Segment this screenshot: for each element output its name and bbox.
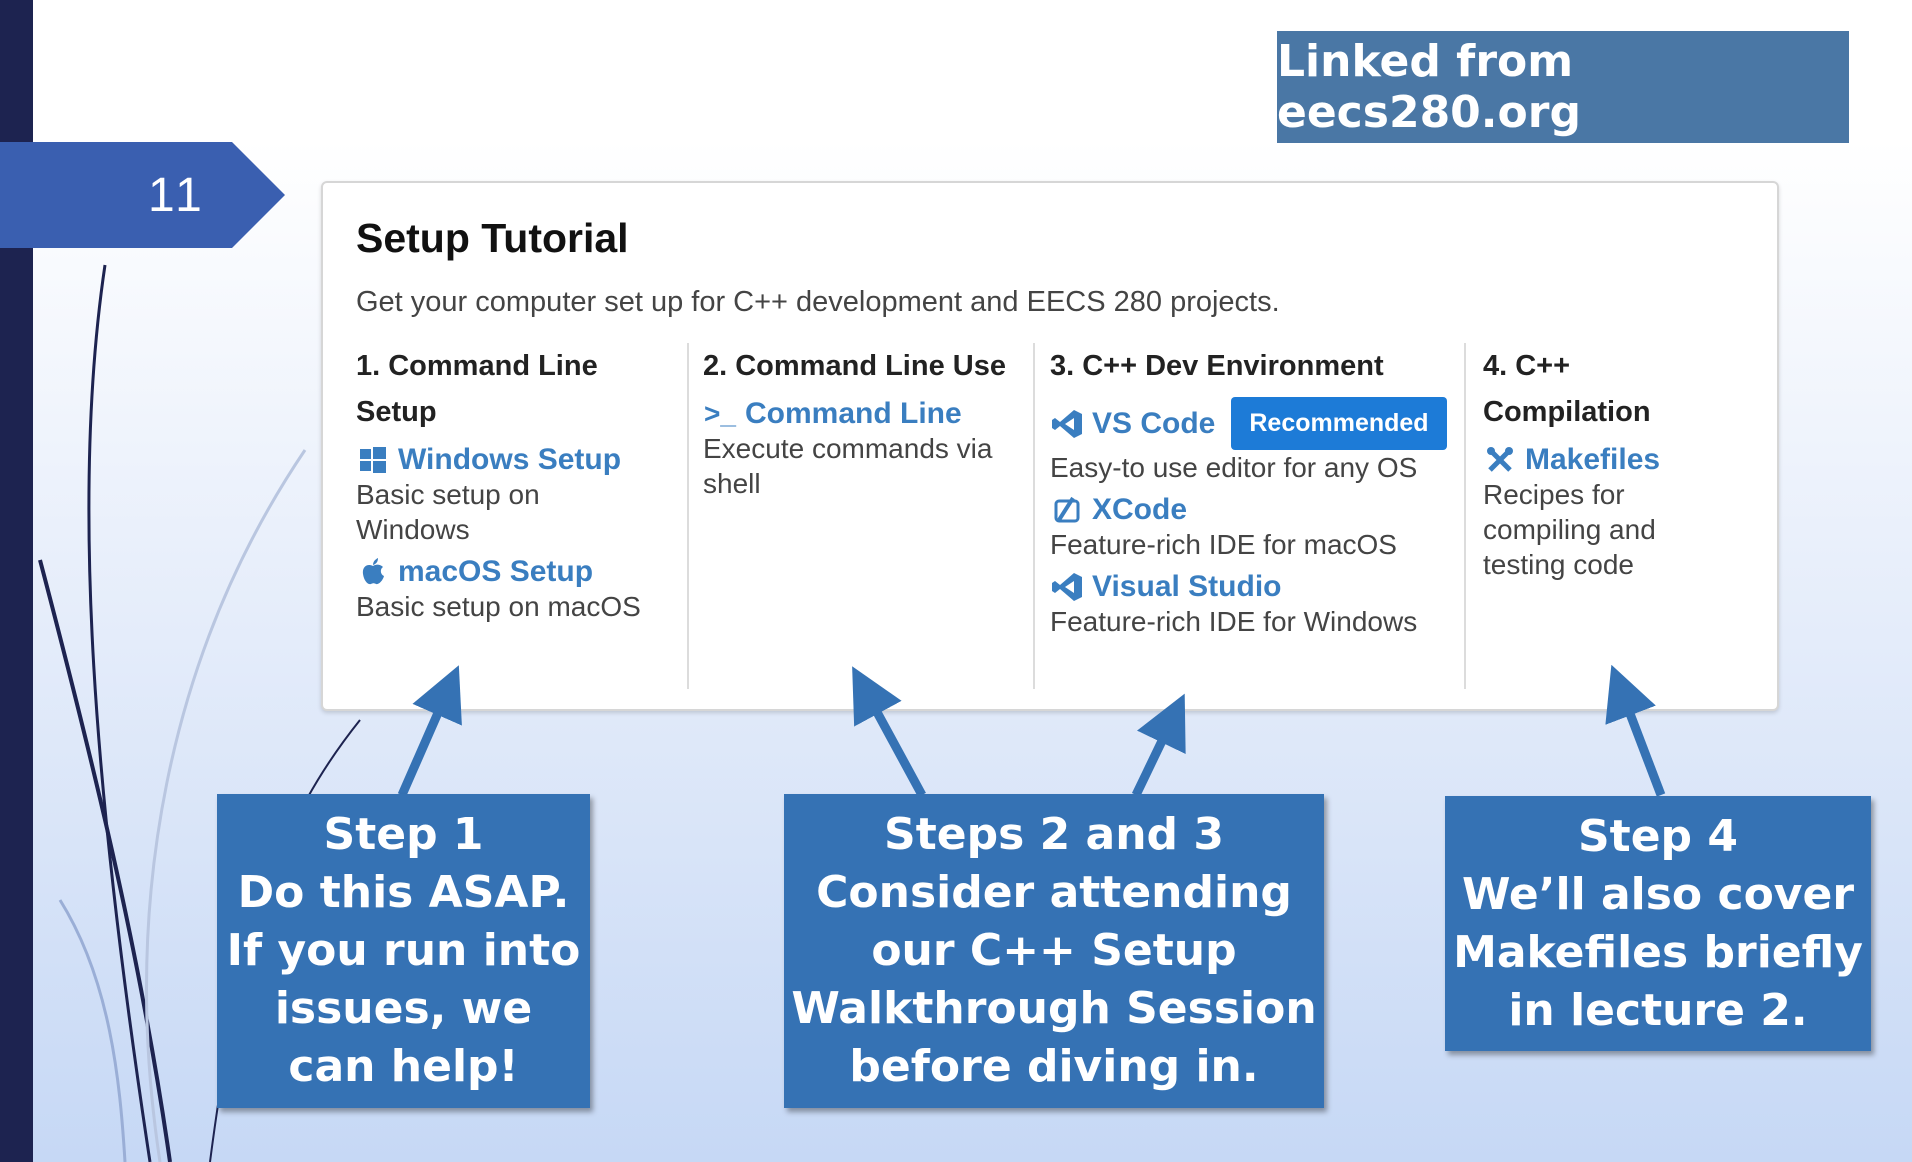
callout-steps-2-3: Steps 2 and 3 Consider attending our C++… (784, 794, 1324, 1108)
terminal-icon: >_ (704, 398, 736, 429)
slide-number-tab (0, 142, 285, 248)
link-description: Feature-rich IDE for Windows (1050, 606, 1418, 637)
column-cpp-dev-environment: 3. C++ Dev Environment VS Code Recommend… (1050, 343, 1470, 639)
column-divider (1464, 343, 1466, 689)
column-cpp-compilation: 4. C++ Compilation Makefiles Recipes for… (1483, 343, 1743, 582)
arrow-step3 (1131, 693, 1186, 797)
column-command-line-use: 2. Command Line Use >_ Command Line Exec… (703, 343, 1023, 501)
recommended-badge: Recommended (1231, 397, 1447, 450)
windows-setup-link[interactable]: Windows Setup (356, 443, 666, 477)
column-divider (687, 343, 689, 689)
visual-studio-icon (1050, 573, 1084, 601)
column-heading: 4. C++ Compilation (1483, 350, 1651, 428)
macos-setup-link[interactable]: macOS Setup (356, 555, 666, 589)
linked-from-label: Linked from eecs280.org (1277, 31, 1849, 143)
setup-tutorial-card: Setup Tutorial Get your computer set up … (321, 181, 1779, 711)
link-description: Recipes for compiling and testing code (1483, 479, 1656, 580)
callout-step1: Step 1 Do this ASAP. If you run into iss… (217, 794, 590, 1108)
xcode-icon (1050, 496, 1084, 524)
column-heading: 1. Command Line Setup (356, 350, 598, 428)
vscode-icon (1050, 409, 1084, 438)
column-heading: 3. C++ Dev Environment (1050, 350, 1384, 382)
link-description: Easy-to use editor for any OS (1050, 452, 1418, 483)
column-heading: 2. Command Line Use (703, 350, 1006, 382)
callout-step4: Step 4 We’ll also cover Makefiles briefl… (1445, 796, 1871, 1051)
column-command-line-setup: 1. Command Line Setup Windows Setup Basi… (356, 343, 666, 624)
vscode-link[interactable]: VS Code Recommended (1050, 397, 1470, 450)
link-description: Basic setup on macOS (356, 591, 641, 622)
link-description: Basic setup on Windows (356, 479, 540, 545)
tools-icon (1483, 446, 1517, 474)
link-description: Execute commands via shell (703, 433, 993, 499)
visual-studio-link[interactable]: Visual Studio (1050, 570, 1470, 604)
column-divider (1033, 343, 1035, 689)
xcode-link[interactable]: XCode (1050, 493, 1470, 527)
command-line-link[interactable]: >_ Command Line (703, 397, 1023, 431)
makefiles-link[interactable]: Makefiles (1483, 443, 1743, 477)
card-subtitle: Get your computer set up for C++ develop… (356, 286, 1280, 318)
slide-number: 11 (148, 169, 206, 222)
windows-icon (356, 447, 390, 473)
apple-icon (356, 558, 390, 586)
card-title: Setup Tutorial (356, 215, 629, 261)
link-description: Feature-rich IDE for macOS (1050, 529, 1397, 560)
